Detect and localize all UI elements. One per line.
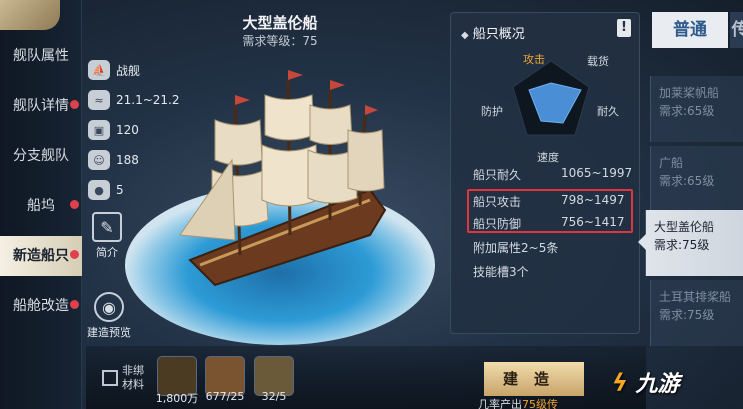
intro-button[interactable]: ✎ 简介: [90, 212, 124, 260]
overview-row-attack: 船只攻击 798~1497: [473, 193, 625, 209]
sail: [309, 104, 353, 145]
watermark: ϟ 九游: [612, 369, 680, 397]
jib-sail: [179, 158, 236, 241]
overview-row-durability: 船只耐久 1065~1997: [473, 166, 633, 182]
ship-list-item[interactable]: 加莱桨帆船 需求:65级: [650, 76, 743, 142]
notification-dot: [70, 100, 79, 109]
ship-list-item[interactable]: 土耳其排桨船 需求:75级: [650, 280, 743, 346]
sail: [214, 119, 263, 166]
intro-label: 简介: [96, 246, 118, 259]
nav-item-new-ship[interactable]: 新造船只: [0, 236, 82, 276]
nav-item-cabin-modify[interactable]: 船舱改造: [0, 286, 82, 326]
radar-label-speed: 速度: [537, 150, 559, 164]
nav-item-label: 舰队详情: [13, 98, 69, 114]
left-nav: 舰队属性 舰队详情 分支舰队 船坞 新造船只 船舱改造: [0, 0, 82, 409]
build-hint: 几率产出75级传: [478, 398, 558, 409]
checkbox-label: 非绑材料: [122, 364, 144, 391]
ship-list-item-selected[interactable]: 大型盖伦船 需求:75级: [638, 210, 743, 276]
speed-icon: ≈: [88, 90, 110, 110]
radar-chart: 攻击 载货 防护 耐久 速度: [481, 52, 619, 164]
radar-label-defense: 防护: [481, 104, 503, 118]
flag: [288, 70, 303, 80]
nav-item-label: 分支舰队: [13, 148, 69, 164]
ship-illustration: [125, 70, 435, 345]
material-count: 32/5: [261, 390, 287, 403]
tab-legendary[interactable]: 传: [730, 12, 743, 48]
notification-dot: [70, 300, 79, 309]
ship-type-icon: ⛵: [88, 60, 110, 80]
sail: [347, 129, 385, 192]
feather-icon: ✎: [92, 212, 122, 242]
sail: [264, 94, 315, 141]
diamond-icon: ◆: [461, 30, 469, 41]
overview-title: ◆ 船只概况: [461, 27, 525, 42]
build-button[interactable]: 建造: [484, 362, 584, 396]
nav-item-label: 新造船只: [13, 248, 69, 264]
nav-item-label: 船舱改造: [13, 298, 69, 314]
nav-item-label: 舰队属性: [13, 48, 69, 64]
radar-label-durability: 耐久: [597, 105, 619, 118]
non-bound-material-checkbox[interactable]: [102, 370, 118, 386]
ship-level-requirement: 需求等级：75: [242, 34, 318, 48]
tab-normal[interactable]: 普通: [652, 12, 728, 48]
watermark-logo-icon: ϟ: [612, 369, 628, 397]
radar-label-cargo: 载货: [587, 54, 609, 68]
overview-row-skill-slots: 技能槽3个: [473, 265, 529, 279]
cannon-icon: ●: [88, 180, 110, 200]
material-count: 677/25: [205, 390, 245, 403]
nav-item-fleet-attributes[interactable]: 舰队属性: [0, 36, 82, 76]
ship-overview-panel: ◆ 船只概况 ! 攻击 载货 防护 耐久 速度 船只耐久 1065~1997 船只…: [450, 12, 640, 334]
notification-dot: [70, 250, 79, 259]
flag: [365, 105, 378, 115]
flag: [235, 95, 250, 105]
notification-dot: [70, 200, 79, 209]
cargo-icon: ▣: [88, 120, 110, 140]
flag: [330, 80, 345, 90]
ship-name: 大型盖伦船: [242, 14, 318, 32]
material-count: 1,800万: [155, 392, 199, 405]
crew-icon: ☺: [88, 150, 110, 170]
nav-item-fleet-details[interactable]: 舰队详情: [0, 86, 82, 126]
nav-item-dock[interactable]: 船坞: [0, 186, 82, 226]
overview-row-extra-attributes: 附加属性2~5条: [473, 241, 559, 255]
overview-row-defense: 船只防御 756~1417: [473, 215, 625, 231]
nav-item-label: 船坞: [27, 198, 55, 214]
info-button[interactable]: !: [617, 19, 631, 37]
scroll-icon[interactable]: [0, 0, 60, 30]
radar-label-attack: 攻击: [523, 52, 545, 66]
ship-list-item[interactable]: 广船 需求:65级: [650, 146, 743, 212]
selection-arrow: [638, 234, 646, 250]
nav-item-branch-fleet[interactable]: 分支舰队: [0, 136, 82, 176]
